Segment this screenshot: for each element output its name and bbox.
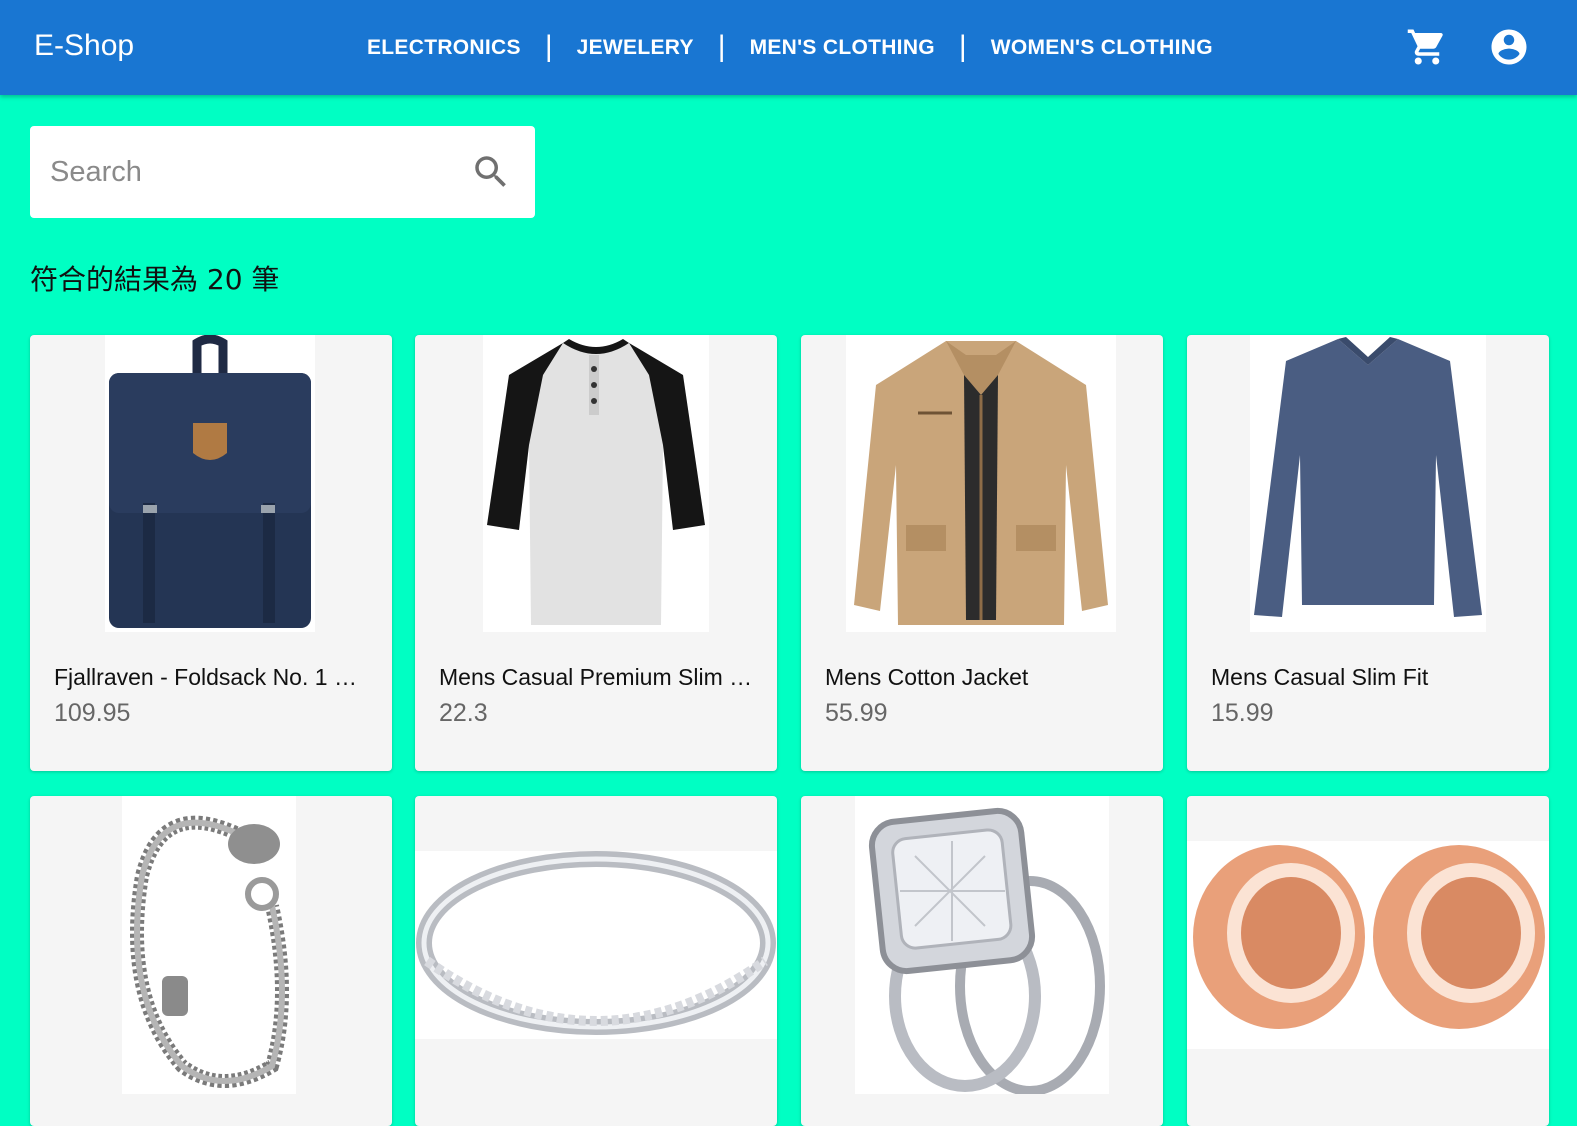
- account-circle-icon[interactable]: [1488, 26, 1530, 68]
- product-title[interactable]: Fjallraven - Foldsack No. 1 Backpack, Fi…: [54, 664, 370, 691]
- product-price: 55.99: [825, 699, 888, 727]
- product-card[interactable]: Fjallraven - Foldsack No. 1 Backpack, Fi…: [30, 335, 392, 771]
- search-input[interactable]: [50, 148, 450, 196]
- product-title[interactable]: Mens Casual Premium Slim Fit T-Shirts: [439, 664, 755, 691]
- product-card[interactable]: [801, 796, 1163, 1126]
- result-count: 符合的結果為 20 筆: [30, 263, 280, 296]
- nav-electronics[interactable]: ELECTRONICS: [367, 36, 521, 60]
- nav-mens-clothing[interactable]: MEN'S CLOTHING: [750, 36, 935, 60]
- nav-separator: |: [717, 29, 726, 63]
- nav-womens-clothing[interactable]: WOMEN'S CLOTHING: [991, 36, 1213, 60]
- diamond-ring-set-image: [855, 796, 1109, 1094]
- search-box: [30, 126, 535, 218]
- raglan-tshirt-image: [483, 335, 709, 632]
- nav-separator: |: [544, 29, 553, 63]
- product-price: 22.3: [439, 699, 488, 727]
- product-card[interactable]: [30, 796, 392, 1126]
- nav-jewelery[interactable]: JEWELERY: [577, 36, 694, 60]
- longsleeve-shirt-image: [1250, 335, 1486, 632]
- app-bar: E-Shop ELECTRONICS | JEWELERY | MEN'S CL…: [0, 0, 1577, 95]
- product-card[interactable]: [415, 796, 777, 1126]
- nav-separator: |: [958, 29, 967, 63]
- dragon-bracelet-image: [122, 796, 296, 1094]
- product-title[interactable]: Mens Cotton Jacket: [825, 664, 1141, 691]
- category-nav: ELECTRONICS | JEWELERY | MEN'S CLOTHING …: [367, 0, 1213, 95]
- cart-icon[interactable]: [1406, 26, 1448, 68]
- product-price: 15.99: [1211, 699, 1274, 727]
- backpack-image: [105, 335, 315, 632]
- jacket-image: [846, 335, 1116, 632]
- brand-logo[interactable]: E-Shop: [34, 29, 134, 63]
- product-card[interactable]: Mens Casual Premium Slim Fit T-Shirts 22…: [415, 335, 777, 771]
- product-price: 109.95: [54, 699, 131, 727]
- product-card[interactable]: Mens Casual Slim Fit 15.99: [1187, 335, 1549, 771]
- product-title[interactable]: Mens Casual Slim Fit: [1211, 664, 1527, 691]
- product-card[interactable]: Mens Cotton Jacket 55.99: [801, 335, 1163, 771]
- product-card[interactable]: [1187, 796, 1549, 1126]
- rose-gold-tunnels-image: [1187, 841, 1549, 1049]
- silver-band-ring-image: [415, 851, 777, 1039]
- search-icon[interactable]: [470, 151, 512, 193]
